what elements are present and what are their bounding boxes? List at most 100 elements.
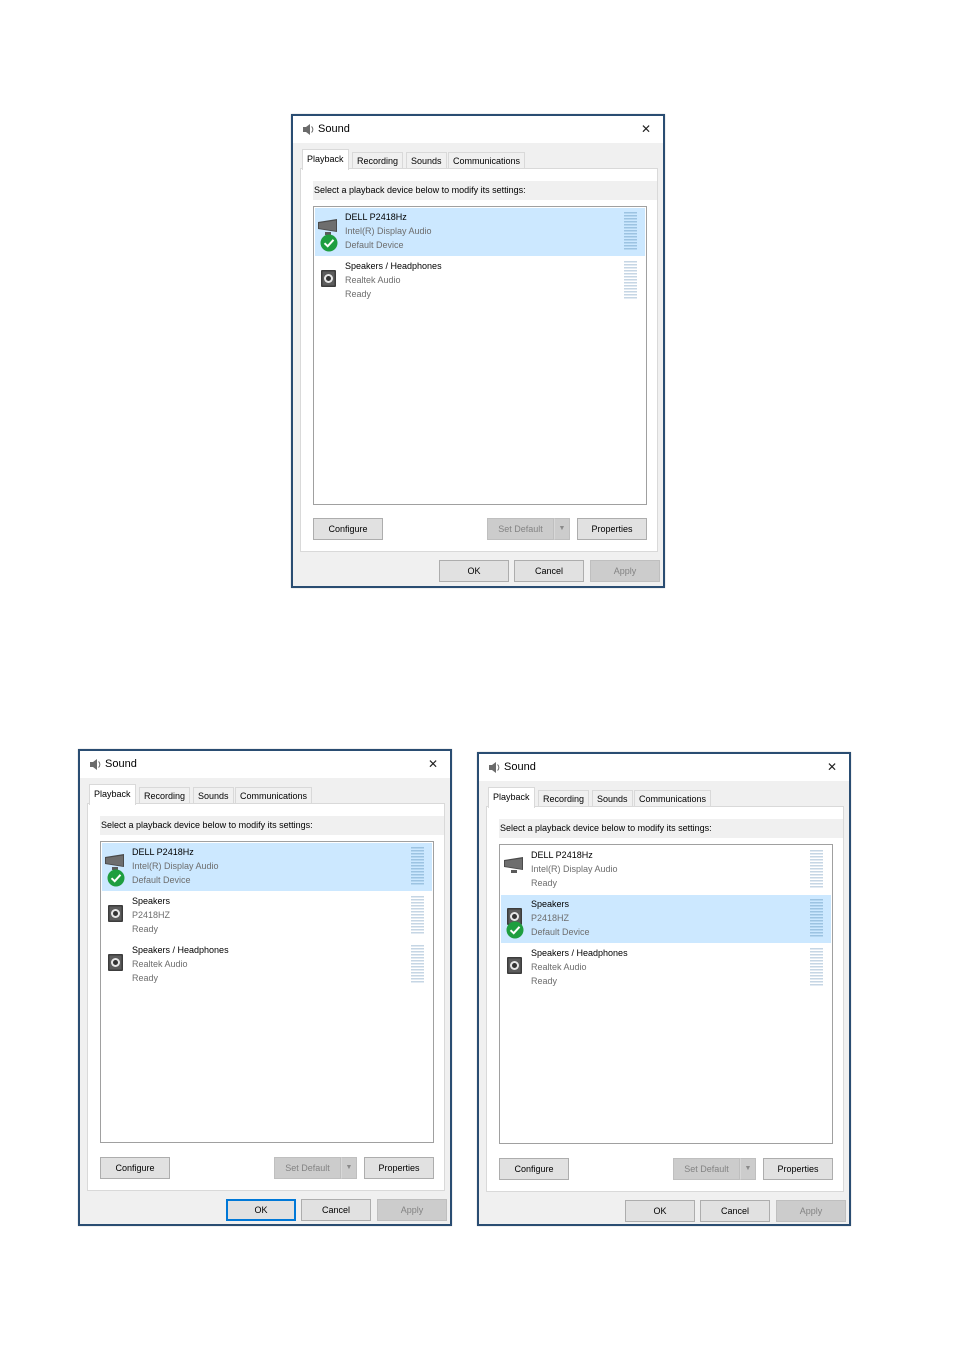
device-row[interactable]: DELL P2418Hz Intel(R) Display Audio Defaul… bbox=[102, 843, 432, 891]
device-name: DELL P2418Hz bbox=[345, 212, 407, 222]
device-row[interactable]: DELL P2418Hz Intel(R) Display Audio Ready bbox=[501, 846, 831, 894]
properties-button[interactable]: Properties bbox=[364, 1157, 434, 1179]
set-default-button[interactable]: Set Default bbox=[673, 1158, 740, 1180]
tab-recording[interactable]: Recording bbox=[352, 152, 404, 169]
device-name: Speakers / Headphones bbox=[132, 945, 229, 955]
playback-page: Select a playback device below to modify… bbox=[300, 168, 658, 552]
configure-button[interactable]: Configure bbox=[313, 518, 383, 540]
apply-button[interactable]: Apply bbox=[776, 1200, 846, 1222]
volume-meter bbox=[624, 212, 637, 251]
device-name: Speakers bbox=[531, 899, 570, 909]
device-list[interactable]: DELL P2418Hz Intel(R) Display Audio Defaul… bbox=[100, 841, 434, 1143]
device-row[interactable]: Speakers P2418HZ Ready bbox=[102, 892, 432, 940]
volume-meter bbox=[810, 948, 823, 987]
device-driver: Realtek Audio bbox=[132, 959, 188, 969]
title-bar[interactable]: Sound ✕ bbox=[479, 754, 849, 781]
tab-playback[interactable]: Playback bbox=[302, 149, 349, 170]
device-row[interactable]: Speakers / Headphones Realtek Audio Ready bbox=[501, 944, 831, 992]
tab-communications[interactable]: Communications bbox=[235, 787, 313, 804]
configure-button[interactable]: Configure bbox=[100, 1157, 170, 1179]
device-driver: Intel(R) Display Audio bbox=[531, 864, 618, 874]
device-driver: P2418HZ bbox=[531, 913, 570, 923]
device-driver: Intel(R) Display Audio bbox=[345, 226, 432, 236]
close-button[interactable]: ✕ bbox=[424, 755, 442, 773]
set-default-button[interactable]: Set Default bbox=[487, 518, 554, 540]
device-status: Default Device bbox=[345, 240, 404, 250]
speaker-icon bbox=[503, 952, 525, 976]
device-name: Speakers / Headphones bbox=[531, 948, 628, 958]
window-title: Sound bbox=[105, 758, 137, 770]
device-driver: Realtek Audio bbox=[345, 275, 401, 285]
configure-button[interactable]: Configure bbox=[499, 1158, 569, 1180]
chevron-down-icon[interactable]: ▼ bbox=[740, 1158, 756, 1180]
device-driver: Realtek Audio bbox=[531, 962, 587, 972]
tab-playback[interactable]: Playback bbox=[89, 784, 136, 805]
ok-button[interactable]: OK bbox=[439, 560, 509, 582]
device-row[interactable]: Speakers / Headphones Realtek Audio Ready bbox=[315, 257, 645, 305]
tab-sounds[interactable]: Sounds bbox=[592, 790, 633, 807]
title-bar[interactable]: Sound ✕ bbox=[293, 116, 663, 143]
tab-recording[interactable]: Recording bbox=[139, 787, 191, 804]
cancel-button[interactable]: Cancel bbox=[301, 1199, 371, 1221]
volume-meter bbox=[411, 896, 424, 935]
tab-playback[interactable]: Playback bbox=[488, 787, 535, 808]
window-title: Sound bbox=[504, 761, 536, 773]
close-button[interactable]: ✕ bbox=[823, 758, 841, 776]
properties-button[interactable]: Properties bbox=[577, 518, 647, 540]
properties-button[interactable]: Properties bbox=[763, 1158, 833, 1180]
speaker-app-icon bbox=[90, 759, 101, 770]
tab-communications[interactable]: Communications bbox=[634, 790, 712, 807]
instruction-text: Select a playback device below to modify… bbox=[313, 181, 657, 200]
instruction-text: Select a playback device below to modify… bbox=[100, 816, 444, 835]
device-row[interactable]: Speakers P2418HZ Default Device bbox=[501, 895, 831, 943]
instruction-text: Select a playback device below to modify… bbox=[499, 819, 843, 838]
device-driver: Intel(R) Display Audio bbox=[132, 861, 219, 871]
speaker-app-icon bbox=[303, 124, 314, 135]
cancel-button[interactable]: Cancel bbox=[514, 560, 584, 582]
sound-dialog-bottom-left: Sound ✕ Playback Recording Sounds Commun… bbox=[78, 749, 452, 1226]
speaker-icon bbox=[104, 900, 126, 924]
sound-dialog-bottom-right: Sound ✕ Playback Recording Sounds Commun… bbox=[477, 752, 851, 1226]
cancel-button[interactable]: Cancel bbox=[700, 1200, 770, 1222]
tab-sounds[interactable]: Sounds bbox=[406, 152, 447, 169]
default-device-check-icon bbox=[320, 234, 338, 252]
chevron-down-icon[interactable]: ▼ bbox=[554, 518, 570, 540]
device-name: Speakers bbox=[132, 896, 171, 906]
device-name: Speakers / Headphones bbox=[345, 261, 442, 271]
playback-page: Select a playback device below to modify… bbox=[486, 806, 844, 1192]
device-row[interactable]: Speakers / Headphones Realtek Audio Ready bbox=[102, 941, 432, 989]
default-device-check-icon bbox=[506, 921, 524, 939]
monitor-icon bbox=[503, 854, 525, 878]
tab-sounds[interactable]: Sounds bbox=[193, 787, 234, 804]
chevron-down-icon[interactable]: ▼ bbox=[341, 1157, 357, 1179]
device-row[interactable]: DELL P2418Hz Intel(R) Display Audio Defaul… bbox=[315, 208, 645, 256]
volume-meter bbox=[411, 945, 424, 984]
device-list[interactable]: DELL P2418Hz Intel(R) Display Audio Ready S… bbox=[499, 844, 833, 1144]
ok-button[interactable]: OK bbox=[226, 1199, 296, 1221]
volume-meter bbox=[810, 899, 823, 938]
apply-button[interactable]: Apply bbox=[377, 1199, 447, 1221]
device-status: Ready bbox=[531, 878, 558, 888]
device-status: Ready bbox=[531, 976, 558, 986]
sound-dialog-top: Sound ✕ Playback Recording Sounds Commun… bbox=[291, 114, 665, 588]
device-status: Ready bbox=[132, 924, 159, 934]
device-list[interactable]: DELL P2418Hz Intel(R) Display Audio Defaul… bbox=[313, 206, 647, 505]
device-name: DELL P2418Hz bbox=[531, 850, 593, 860]
device-status: Default Device bbox=[531, 927, 590, 937]
set-default-button[interactable]: Set Default bbox=[274, 1157, 341, 1179]
speaker-icon bbox=[104, 949, 126, 973]
tab-recording[interactable]: Recording bbox=[538, 790, 590, 807]
title-bar[interactable]: Sound ✕ bbox=[80, 751, 450, 778]
default-device-check-icon bbox=[107, 869, 125, 887]
volume-meter bbox=[624, 261, 637, 300]
volume-meter bbox=[411, 847, 424, 886]
playback-page: Select a playback device below to modify… bbox=[87, 803, 445, 1191]
ok-button[interactable]: OK bbox=[625, 1200, 695, 1222]
device-status: Default Device bbox=[132, 875, 191, 885]
apply-button[interactable]: Apply bbox=[590, 560, 660, 582]
window-title: Sound bbox=[318, 123, 350, 135]
tab-communications[interactable]: Communications bbox=[448, 152, 526, 169]
close-button[interactable]: ✕ bbox=[637, 120, 655, 138]
device-name: DELL P2418Hz bbox=[132, 847, 194, 857]
volume-meter bbox=[810, 850, 823, 889]
